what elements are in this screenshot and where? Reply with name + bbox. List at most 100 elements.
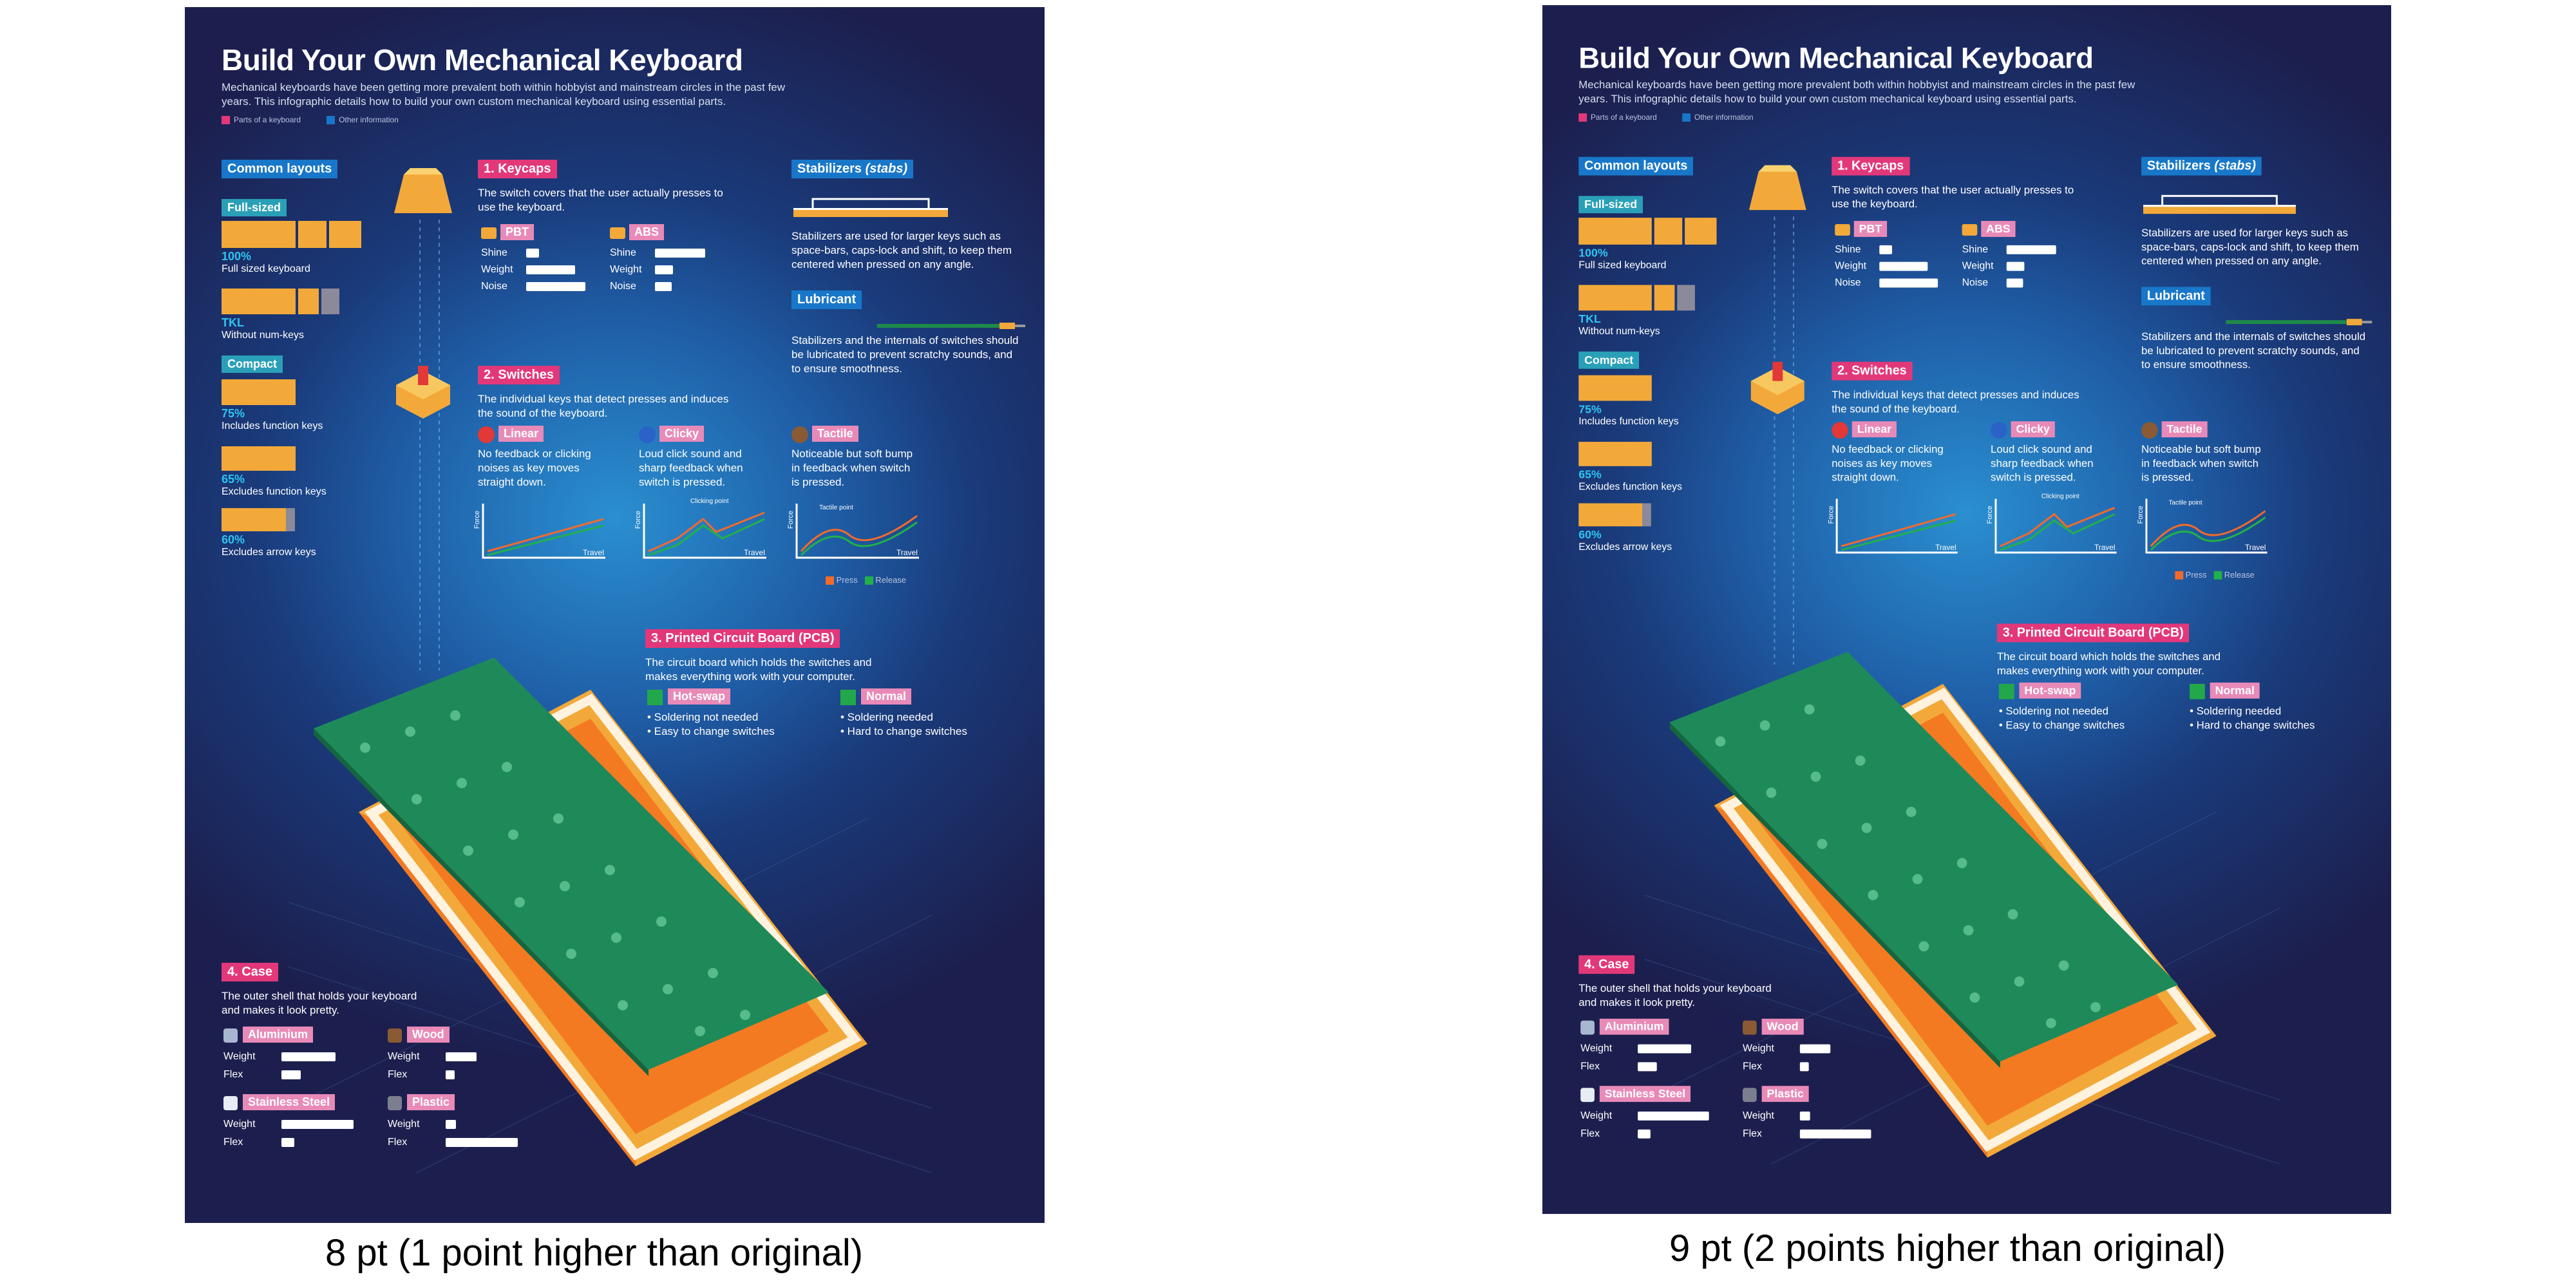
case-heading: 4. Case — [1578, 955, 1635, 974]
pbt-shine-label: Shine — [1835, 243, 1861, 255]
full-desc: Full sized keyboard — [222, 263, 310, 274]
c60-desc: Excludes arrow keys — [222, 547, 316, 558]
clicky-switch-icon — [639, 426, 656, 443]
aluminium-swatch — [1580, 1020, 1595, 1035]
wood-weight-bar — [1799, 1044, 1831, 1054]
switches-desc: The individual keys that detect presses … — [1832, 388, 2079, 415]
linear-desc: No feedback or clicking noises as key mo… — [478, 448, 591, 488]
keycaps-desc: The switch covers that the user actually… — [1832, 184, 2074, 211]
plastic-flex-label: Flex — [388, 1137, 408, 1148]
tkl-numpad-shape — [321, 289, 339, 314]
stabilizers-desc: Stabilizers are used for larger keys suc… — [2141, 226, 2359, 267]
tkl-desc: Without num-keys — [1578, 326, 1660, 337]
stainless-weight-bar — [281, 1120, 354, 1129]
wood-label: Wood — [388, 1027, 450, 1043]
wood-flex-label: Flex — [388, 1069, 408, 1080]
full-keyboard-shape — [222, 221, 296, 248]
lubricant-brush-icon — [877, 323, 1025, 329]
infographic-8pt: Build Your Own Mechanical Keyboard Mecha… — [185, 7, 1045, 1223]
linear-axis-x: Travel — [583, 548, 604, 557]
linear-axis-x: Travel — [1935, 543, 1956, 553]
legend-item-other: Other information — [1682, 113, 1754, 122]
compact-tag: Compact — [222, 355, 283, 373]
tkl-desc: Without num-keys — [222, 330, 305, 341]
pbt-weight-bar — [1879, 261, 1928, 271]
plastic-weight-bar — [446, 1120, 456, 1129]
aluminium-label: Aluminium — [223, 1027, 313, 1043]
stabilizer-icon — [2143, 194, 2296, 214]
plastic-weight-label: Weight — [388, 1119, 420, 1130]
full-keyboard-shape — [329, 221, 361, 248]
poster-title: Build Your Own Mechanical Keyboard — [1578, 41, 2094, 75]
tkl-keyboard-shape — [1578, 285, 1652, 311]
legend-item-other: Other information — [327, 115, 399, 125]
keycaps-heading: 1. Keycaps — [1832, 156, 1910, 176]
case-heading: 4. Case — [222, 963, 279, 981]
clicky-desc: Loud click sound and sharp feedback when… — [639, 448, 743, 488]
aluminium-weight-bar — [1638, 1044, 1692, 1054]
press-swatch — [2175, 571, 2184, 580]
wood-label: Wood — [1742, 1018, 1804, 1035]
tkl-numpad-shape — [1677, 285, 1695, 311]
full-sized-tag: Full-sized — [222, 199, 287, 216]
keycaps-desc: The switch covers that the user actually… — [478, 187, 723, 213]
linear-desc: No feedback or clicking noises as key mo… — [1832, 443, 1944, 484]
stabilizers-heading: Stabilizers (stabs) — [791, 160, 914, 178]
connector-line — [1774, 216, 1794, 665]
c65-keyboard-shape — [222, 446, 296, 471]
tactile-axis-y: Force — [2137, 506, 2145, 524]
plastic-flex-label: Flex — [1742, 1128, 1762, 1139]
switch-linear-label: Linear — [478, 426, 544, 443]
abs-weight-label: Weight — [610, 264, 642, 275]
lubricant-heading: Lubricant — [791, 290, 862, 309]
plastic-flex-bar — [1799, 1129, 1871, 1139]
abs-label: ABS — [1962, 221, 2016, 237]
c75-keyboard-shape — [1578, 375, 1652, 401]
case-desc: The outer shell that holds your keyboard… — [1578, 982, 1772, 1009]
pbt-noise-bar — [526, 282, 585, 291]
clicky-note: Clicking point — [2041, 493, 2079, 500]
linear-switch-icon — [1832, 421, 1848, 439]
abs-weight-bar — [655, 265, 673, 274]
pbt-noise-label: Noise — [481, 281, 507, 292]
switch-icon — [396, 366, 450, 419]
tkl-keyboard-shape — [1654, 285, 1675, 311]
clicky-switch-icon — [1991, 421, 2007, 439]
plastic-weight-bar — [1799, 1111, 1810, 1121]
switch-tactile-label: Tactile — [2141, 421, 2208, 439]
plastic-flex-bar — [446, 1138, 518, 1147]
linear-switch-icon — [478, 426, 495, 443]
pbt-noise-label: Noise — [1835, 277, 1861, 289]
c65-keyboard-shape — [1578, 442, 1652, 466]
tkl-label: TKL — [1578, 312, 1601, 326]
stainless-weight-label: Weight — [1580, 1110, 1613, 1121]
tkl-keyboard-shape — [222, 289, 296, 314]
pbt-label: PBT — [1835, 221, 1888, 237]
aluminium-flex-label: Flex — [223, 1069, 243, 1080]
poster-title: Build Your Own Mechanical Keyboard — [222, 43, 743, 77]
linear-axis-y: Force — [473, 510, 482, 529]
c75-desc: Includes function keys — [1578, 416, 1679, 428]
abs-shine-bar — [2006, 245, 2056, 254]
lubricant-brush-icon — [2226, 319, 2372, 326]
stainless-flex-bar — [1638, 1129, 1651, 1139]
wood-weight-label: Weight — [1742, 1043, 1774, 1054]
aluminium-weight-bar — [281, 1052, 336, 1061]
wood-swatch — [388, 1028, 402, 1043]
stainless-flex-bar — [281, 1138, 294, 1147]
poster-subtitle: Mechanical keyboards have been getting m… — [1578, 79, 2136, 106]
switches-heading: 2. Switches — [478, 366, 560, 384]
poster-subtitle: Mechanical keyboards have been getting m… — [222, 81, 786, 108]
graph-legend: Press Release — [826, 575, 906, 585]
full-desc: Full sized keyboard — [1578, 260, 1667, 271]
infographic: Build Your Own Mechanical Keyboard Mecha… — [185, 7, 1045, 1223]
legend-swatch — [327, 116, 336, 125]
c65-pct: 65% — [222, 473, 245, 486]
abs-noise-bar — [655, 282, 672, 291]
compact-tag: Compact — [1578, 351, 1640, 369]
legend-item-parts: Parts of a keyboard — [1578, 113, 1657, 122]
wood-swatch — [1742, 1020, 1757, 1035]
tactile-switch-icon — [791, 426, 808, 443]
wood-weight-bar — [446, 1052, 477, 1061]
stainless-weight-label: Weight — [223, 1119, 256, 1130]
